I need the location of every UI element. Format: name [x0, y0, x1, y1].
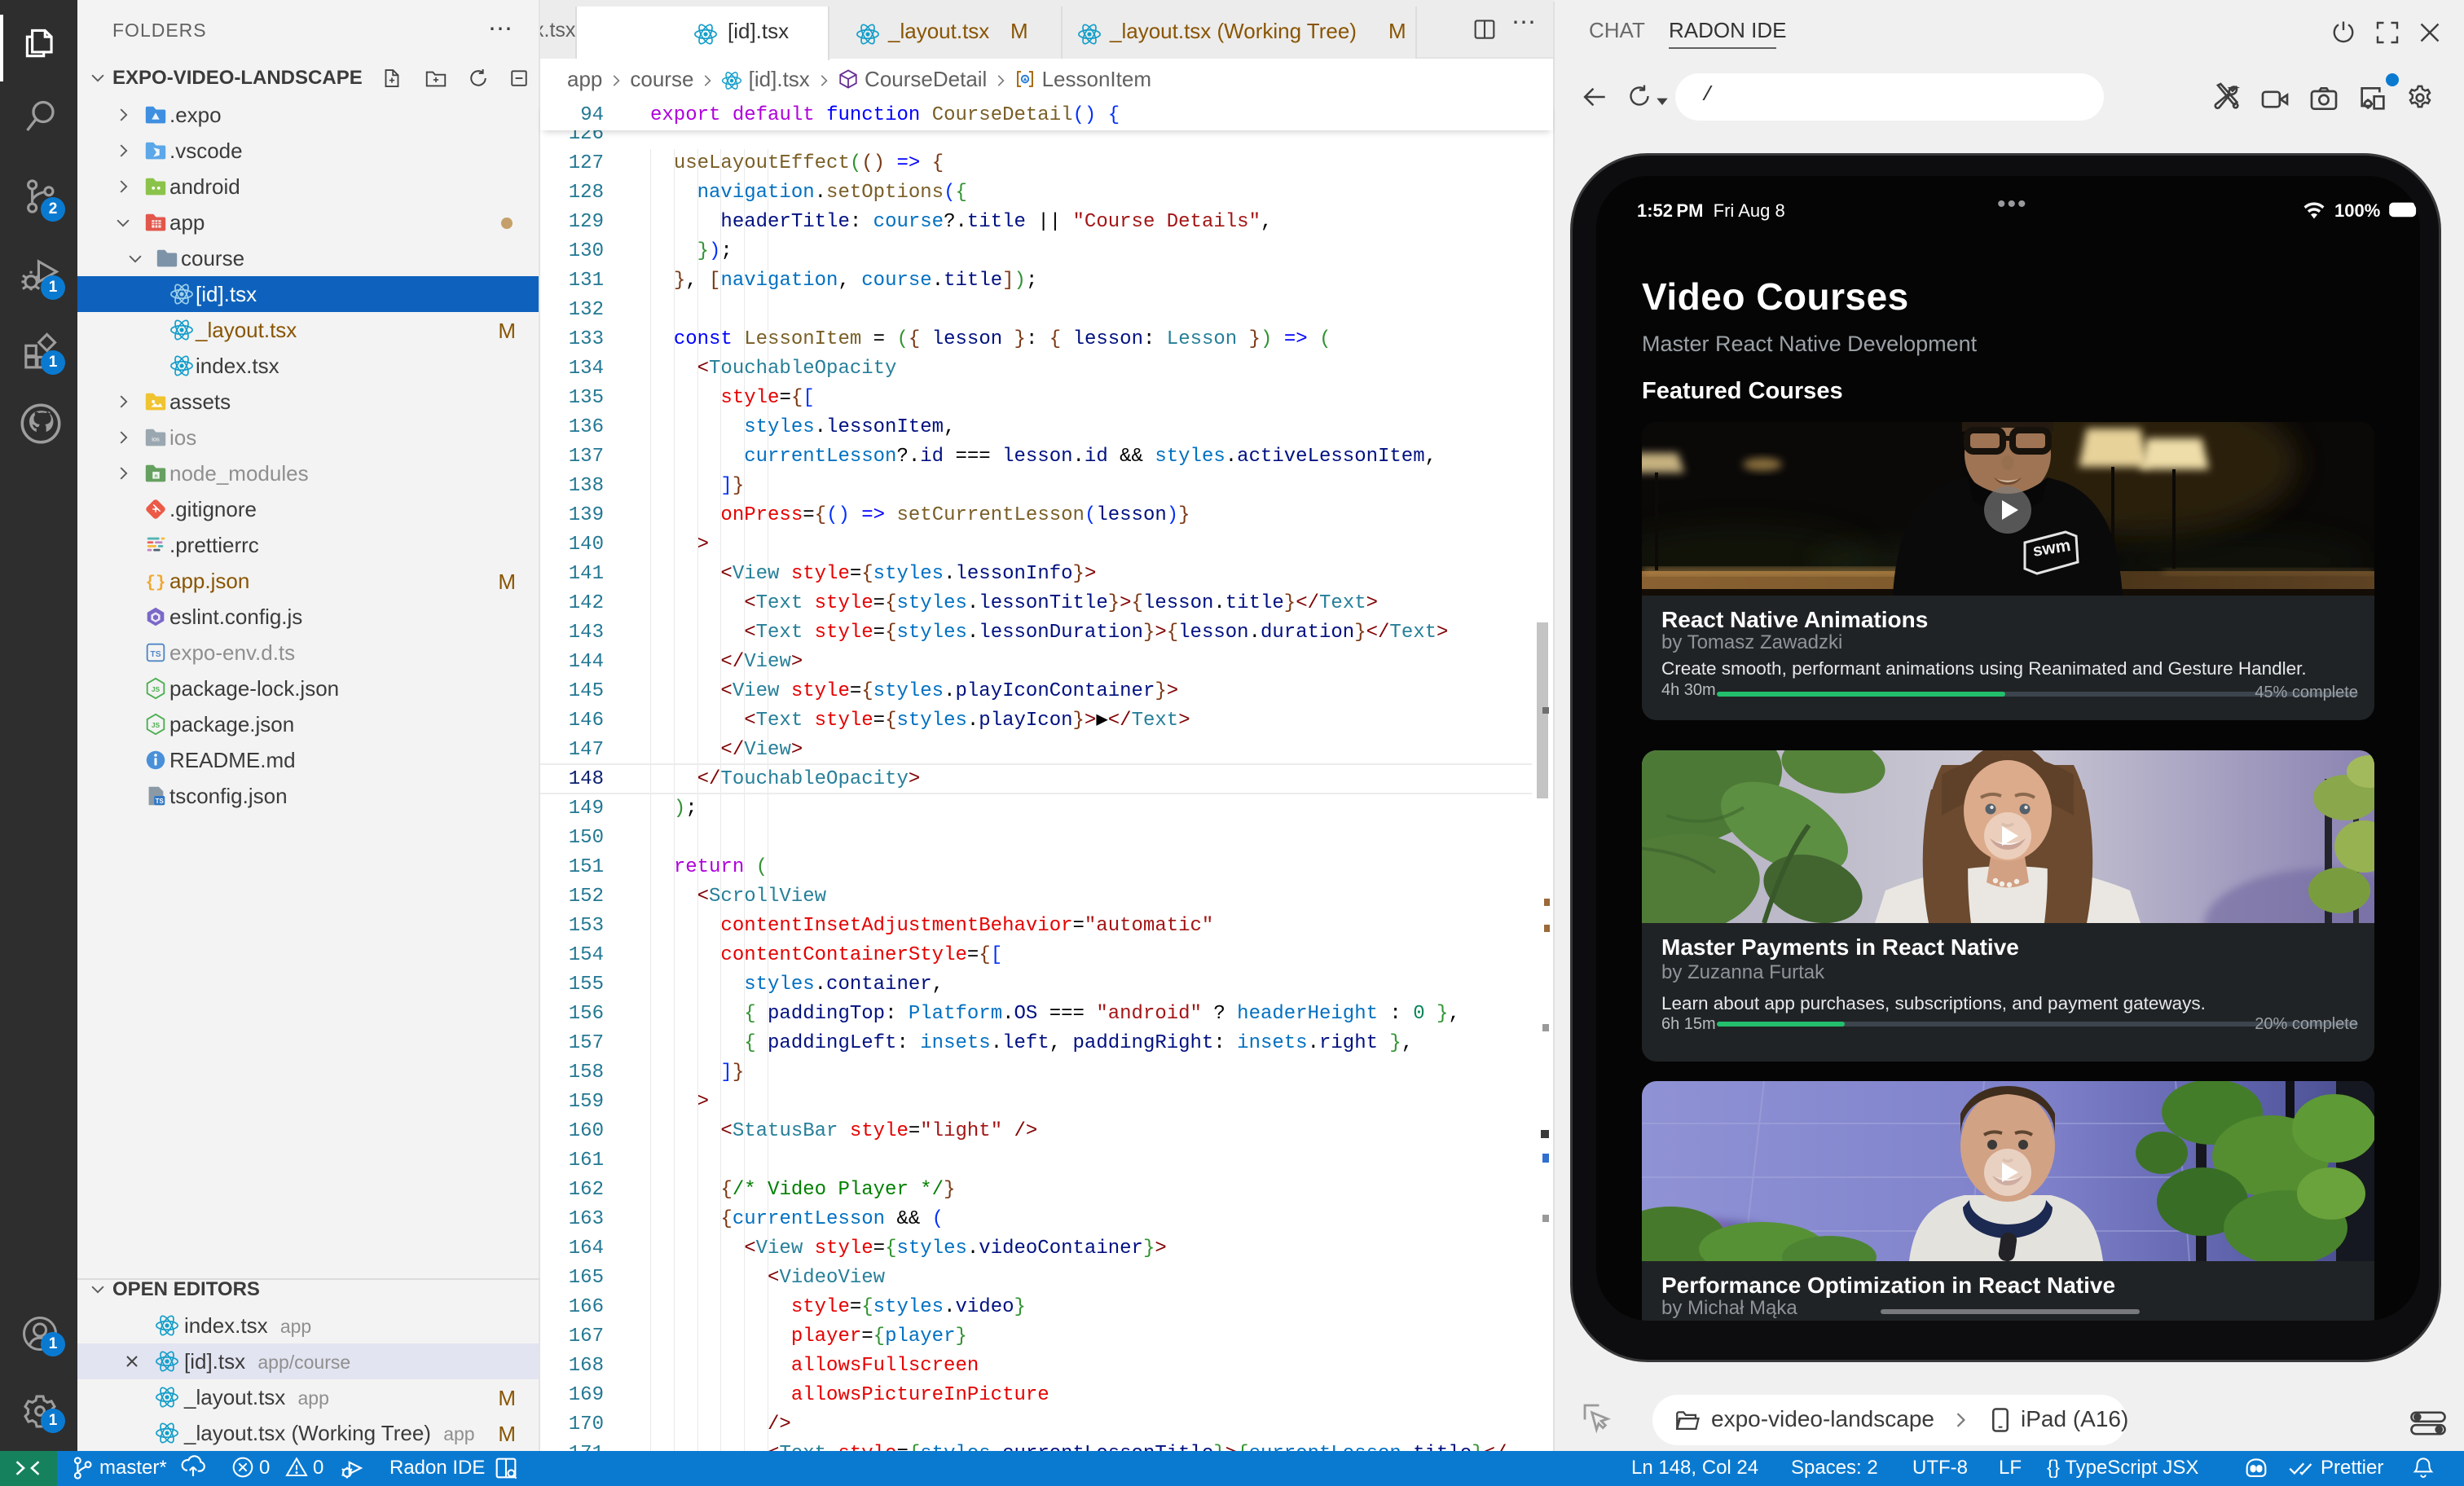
svg-text:n: n [154, 473, 157, 479]
svg-text:{}: {} [146, 574, 166, 593]
svg-text:TS: TS [156, 798, 164, 805]
svg-text:TS: TS [150, 650, 161, 659]
svg-text:ios: ios [152, 436, 160, 443]
svg-text:JS: JS [152, 721, 161, 729]
svg-text:JS: JS [152, 685, 161, 693]
